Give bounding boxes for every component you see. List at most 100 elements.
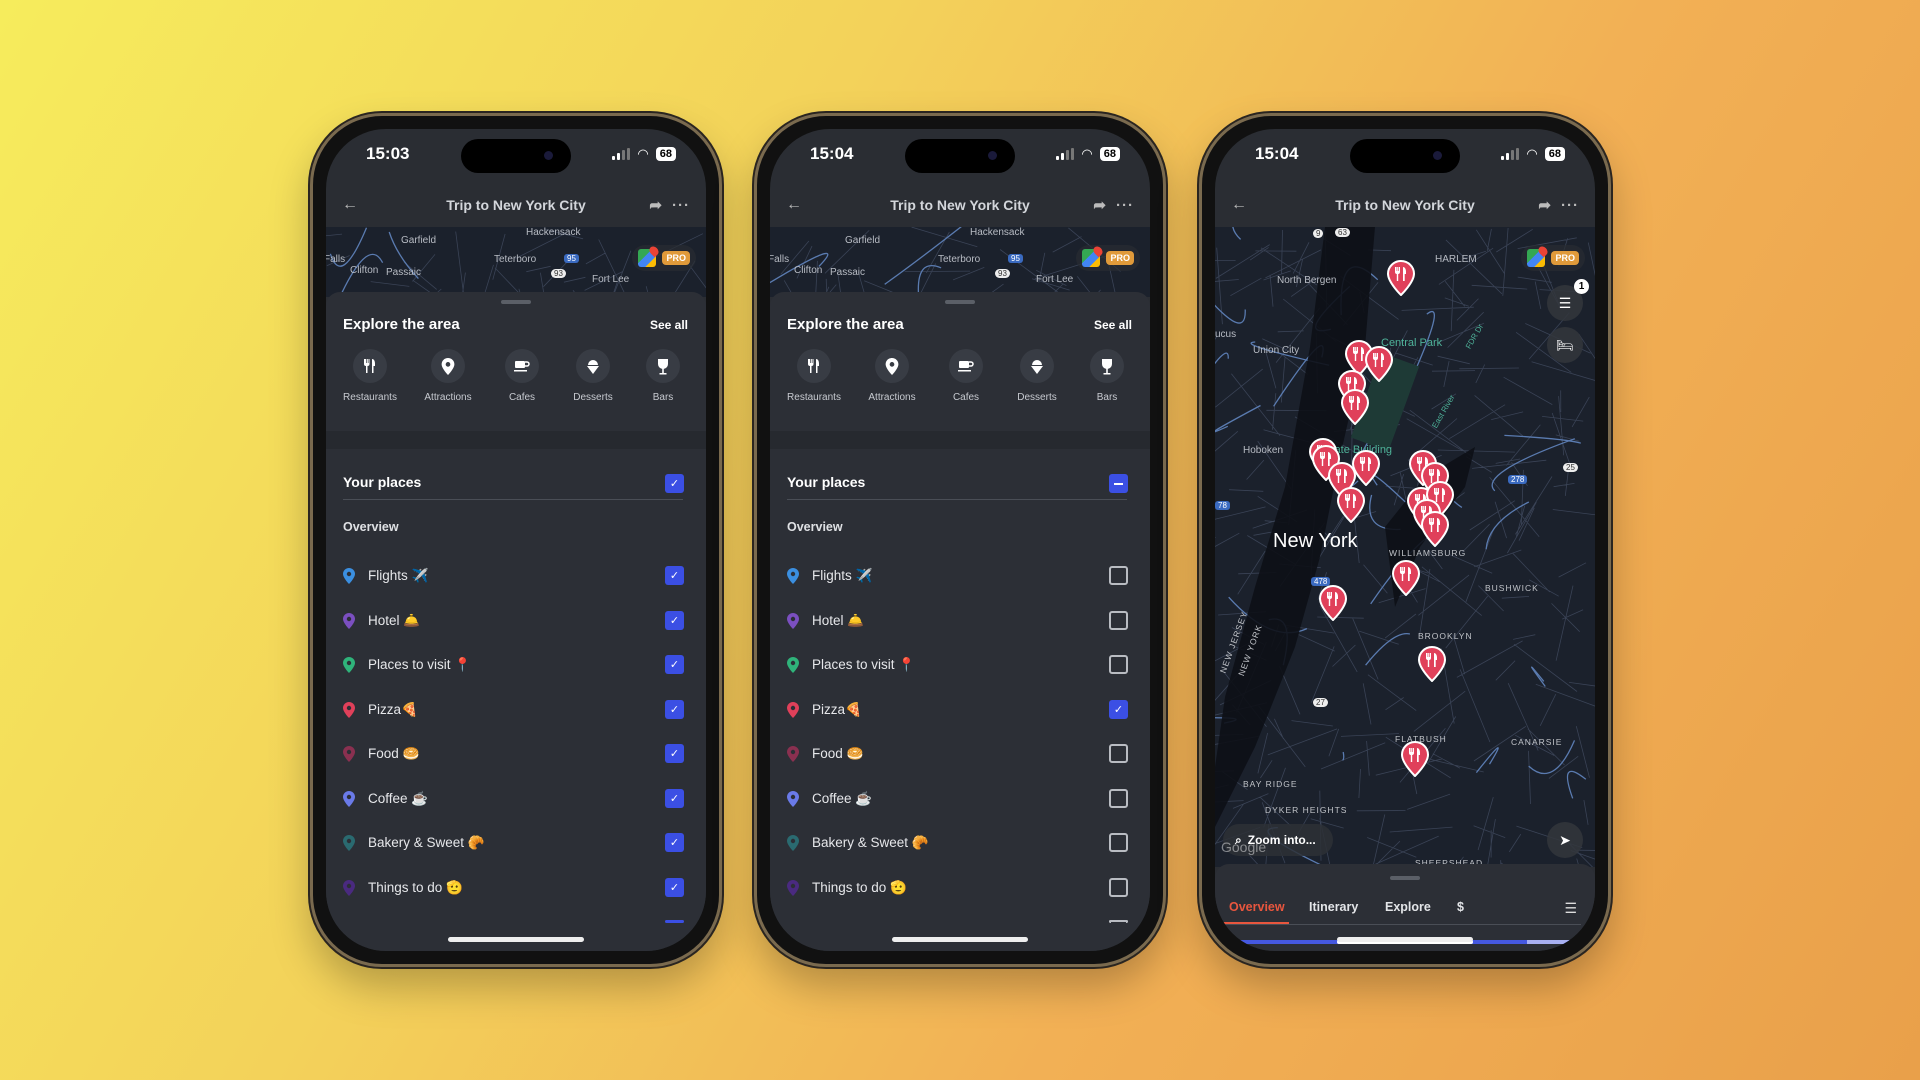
more-icon[interactable]: ··· [672, 197, 690, 214]
tab-overview[interactable]: Overview [1229, 900, 1285, 914]
map-preview[interactable]: Hackensack Garfield Teterboro Falls Clifton P… [770, 227, 1150, 297]
list-item[interactable]: Places to visit 📍 ✓ [326, 647, 706, 683]
back-arrow-icon[interactable]: ← [1231, 196, 1247, 214]
list-checkbox[interactable]: ✓ [665, 788, 684, 808]
category-restaurants[interactable]: Restaurants [335, 349, 405, 403]
category-attractions[interactable]: Attractions [857, 349, 927, 403]
list-checkbox[interactable]: ✓ [665, 566, 684, 585]
map-pin-icon [343, 568, 355, 584]
list-checkbox[interactable]: ✓ [665, 655, 684, 674]
list-checkbox[interactable]: ✓ [665, 833, 684, 852]
open-in-google-maps-button[interactable]: PRO [1521, 245, 1585, 271]
category-desserts[interactable]: Desserts [558, 349, 628, 403]
status-icons: ◠ 68 [1501, 146, 1565, 162]
list-item[interactable]: Coffee ☕ [770, 781, 1150, 817]
list-checkbox[interactable] [1109, 788, 1128, 808]
list-checkbox[interactable] [1109, 833, 1128, 852]
list-checkbox[interactable]: ✓ [665, 877, 684, 897]
list-item[interactable]: Places to visit 📍 [770, 647, 1150, 683]
list-checkbox[interactable] [1109, 655, 1128, 674]
restaurant-marker[interactable] [1400, 740, 1430, 778]
list-checkbox[interactable] [1109, 877, 1128, 897]
category-cafes[interactable]: Cafes [931, 349, 1001, 403]
bed-icon: 🛏︎ [1556, 336, 1574, 353]
list-item[interactable]: Pizza🍕 ✓ [770, 692, 1150, 728]
list-item[interactable]: Hotel 🛎️ [770, 603, 1150, 639]
map-label: BAY RIDGE [1243, 779, 1298, 789]
restaurant-marker[interactable] [1391, 559, 1421, 597]
restaurant-marker[interactable] [1318, 584, 1348, 622]
list-item[interactable]: Flights ✈️ ✓ [326, 558, 706, 594]
list-checkbox[interactable] [1109, 566, 1128, 585]
open-in-google-maps-button[interactable]: PRO [1076, 245, 1140, 271]
pro-badge: PRO [662, 251, 690, 265]
tab-explore[interactable]: Explore [1385, 900, 1431, 914]
share-icon[interactable]: ➦ [1538, 196, 1551, 214]
back-arrow-icon[interactable]: ← [786, 196, 802, 214]
highway-shield: 95 [564, 254, 579, 263]
tab-budget[interactable]: $ [1457, 900, 1464, 914]
restaurant-marker[interactable] [1340, 388, 1370, 426]
map-label: ucus [1215, 329, 1237, 340]
overview-label: Overview [787, 520, 843, 534]
list-checkbox[interactable]: ✓ [665, 699, 684, 719]
restaurant-marker[interactable] [1364, 345, 1394, 383]
category-bars[interactable]: Bars [628, 349, 698, 403]
your-places-title: Your places [343, 474, 422, 490]
category-label: Cafes [508, 392, 536, 403]
category-restaurants[interactable]: Restaurants [779, 349, 849, 403]
list-checkbox[interactable] [1109, 610, 1128, 630]
list-item[interactable]: Flights ✈️ [770, 558, 1150, 594]
more-icon[interactable]: ··· [1116, 197, 1134, 214]
more-icon[interactable]: ··· [1561, 197, 1579, 214]
map-preview[interactable]: Hackensack Garfield Teterboro Falls Clifton P… [326, 227, 706, 297]
restaurant-marker[interactable] [1420, 510, 1450, 548]
nav-header: ← Trip to New York City ➦ ··· [326, 191, 706, 219]
list-item[interactable]: Coffee ☕ ✓ [326, 781, 706, 817]
explore-title: Explore the area [343, 316, 460, 333]
map-label: North Bergen [1277, 275, 1337, 286]
share-icon[interactable]: ➦ [649, 196, 662, 214]
category-cafes[interactable]: Cafes [487, 349, 557, 403]
list-checkbox[interactable] [1109, 744, 1128, 763]
tab-itinerary[interactable]: Itinerary [1309, 900, 1358, 914]
sheet-drag-handle[interactable] [501, 300, 531, 304]
hotel-button[interactable]: 🛏︎ [1547, 327, 1583, 363]
list-item[interactable]: Things to do 🫡 [770, 870, 1150, 906]
list-item[interactable]: Bakery & Sweet 🥐 [770, 825, 1150, 861]
category-attractions[interactable]: Attractions [413, 349, 483, 403]
restaurant-marker[interactable] [1417, 645, 1447, 683]
share-icon[interactable]: ➦ [1093, 196, 1106, 214]
map-label: Passaic [386, 267, 422, 278]
open-in-google-maps-button[interactable]: PRO [632, 245, 696, 271]
back-arrow-icon[interactable]: ← [342, 196, 358, 214]
map-label: Garfield [845, 235, 881, 246]
list-checkbox[interactable]: ✓ [665, 744, 684, 763]
restaurant-marker[interactable] [1386, 259, 1416, 297]
list-item[interactable]: Hotel 🛎️ ✓ [326, 603, 706, 639]
list-checkbox[interactable]: ✓ [665, 610, 684, 630]
my-location-button[interactable]: ➤ [1547, 822, 1583, 858]
category-bars[interactable]: Bars [1072, 349, 1142, 403]
list-checkbox[interactable]: ✓ [1109, 699, 1128, 719]
partial-checkbox[interactable] [665, 920, 684, 923]
see-all-link[interactable]: See all [650, 318, 688, 332]
list-item[interactable]: Bakery & Sweet 🥐 ✓ [326, 825, 706, 861]
see-all-link[interactable]: See all [1094, 318, 1132, 332]
category-desserts[interactable]: Desserts [1002, 349, 1072, 403]
your-places-checkbox[interactable] [1109, 474, 1128, 493]
sheet-drag-handle[interactable] [945, 300, 975, 304]
restaurant-marker[interactable] [1351, 449, 1381, 487]
category-label: Restaurants [787, 392, 841, 403]
list-item[interactable]: Things to do 🫡 ✓ [326, 870, 706, 906]
map-view[interactable]: HARLEM North Bergen Central Park Union City… [1215, 227, 1595, 867]
sheet-drag-handle[interactable] [1390, 876, 1420, 880]
layers-button[interactable]: ☰ 1 [1547, 279, 1589, 321]
list-item[interactable]: Pizza🍕 ✓ [326, 692, 706, 728]
list-item[interactable]: Food 🥯 ✓ [326, 736, 706, 772]
restaurant-marker[interactable] [1336, 486, 1366, 524]
list-item[interactable]: Food 🥯 [770, 736, 1150, 772]
menu-icon[interactable]: ☰ [1564, 900, 1577, 917]
partial-checkbox[interactable] [1109, 920, 1128, 923]
your-places-checkbox[interactable]: ✓ [665, 474, 684, 493]
